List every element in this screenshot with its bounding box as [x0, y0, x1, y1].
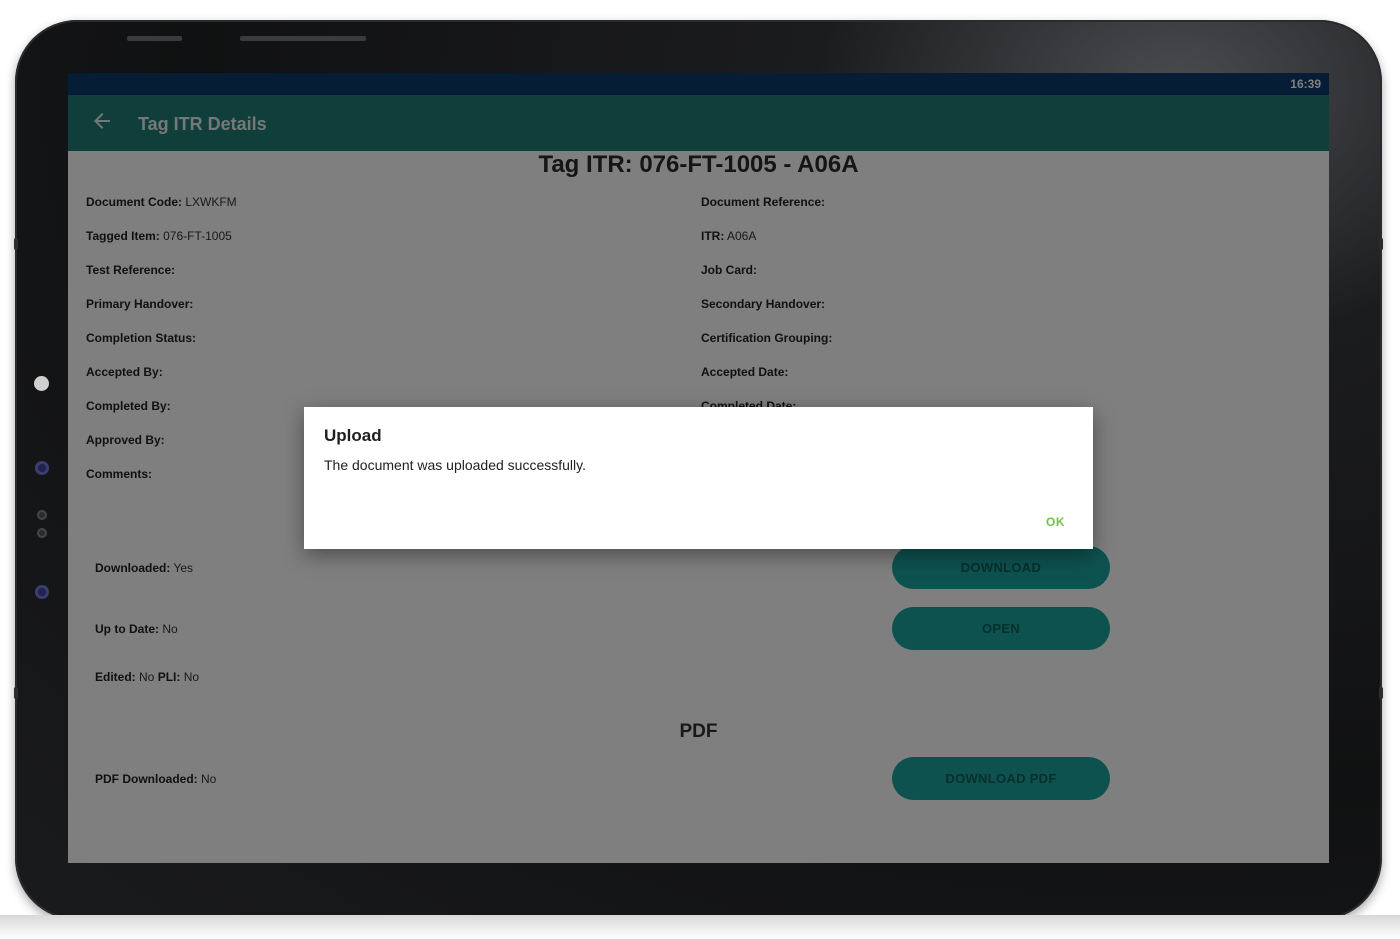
side-notch-left-bottom — [14, 687, 18, 699]
sensor-icon — [37, 510, 47, 520]
sensor-icon — [37, 528, 47, 538]
power-button — [127, 36, 182, 41]
front-camera-icon — [35, 461, 49, 475]
side-notch-left-top — [14, 238, 18, 250]
device-reflection — [0, 915, 1400, 939]
volume-button — [240, 36, 366, 41]
dialog-message: The document was uploaded successfully. — [324, 457, 586, 473]
side-notch-right-top — [1379, 238, 1383, 250]
dialog-title: Upload — [324, 426, 382, 445]
side-notch-right-bottom — [1379, 687, 1383, 699]
upload-dialog: Upload The document was uploaded success… — [304, 407, 1093, 549]
light-sensor-icon — [34, 376, 49, 391]
ok-button[interactable]: OK — [1046, 515, 1065, 529]
app-screen: 16:39 Tag ITR Details Tag ITR: 076-FT-10… — [68, 73, 1329, 863]
iris-scanner-icon — [35, 585, 49, 599]
